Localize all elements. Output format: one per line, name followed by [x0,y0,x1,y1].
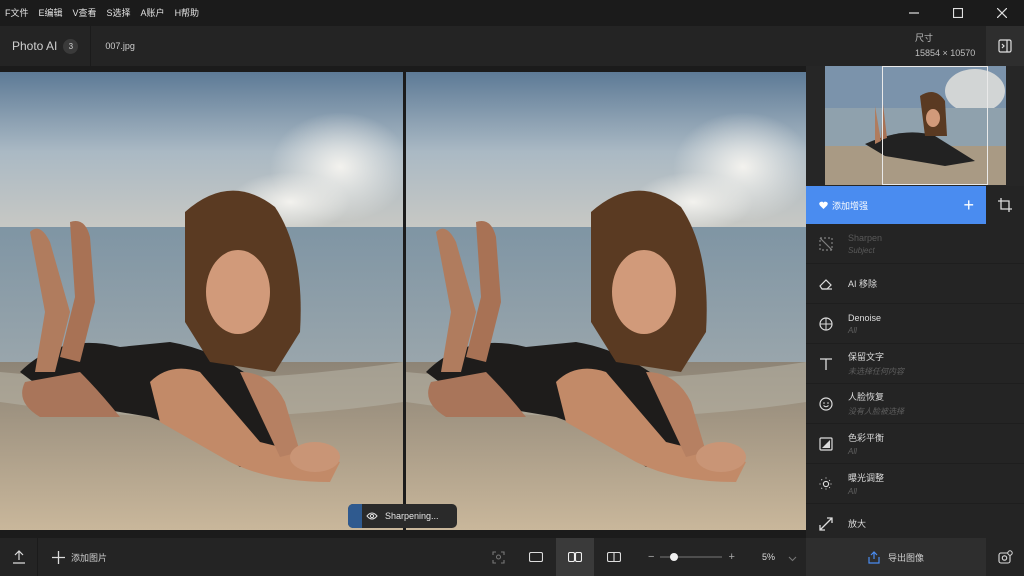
export-label: 导出图像 [887,552,924,563]
plus-icon [52,550,65,564]
panel-toggle-icon [998,39,1012,53]
color-balance-icon [818,436,834,452]
enhancement-face-recovery[interactable]: 人脸恢复 没有人脸被选择 [806,384,1024,424]
exposure-icon [818,476,834,492]
zoom-dropdown[interactable] [788,552,797,566]
app-name[interactable]: Photo AI [12,39,57,53]
image-size-info: 尺寸 15854 × 10570 [915,31,975,58]
enhancement-title: 人脸恢复 [848,392,885,402]
image-canvas[interactable]: Sharpening... [0,66,806,538]
add-enhancement-button[interactable]: 添加增强 + [806,186,986,224]
share-button[interactable] [0,538,38,576]
split-view-icon [607,552,621,562]
progress-indicator [348,504,362,528]
zoom-out-icon[interactable]: − [648,551,654,563]
maximize-button[interactable] [936,0,980,26]
eraser-icon [818,276,834,292]
processing-status: Sharpening... [348,504,457,528]
single-view-icon [529,552,543,562]
enhancement-ai-remove[interactable]: AI 移除 [806,264,1024,304]
enhancement-title: 保留文字 [848,352,885,362]
face-select-button[interactable] [479,538,517,576]
enhancement-subtitle: All [848,325,857,335]
enhancement-panel: 添加增强 + Sharpen Subject AI 移除 Denoise All… [806,66,1024,544]
crop-icon [998,198,1012,212]
enhancement-title: 色彩平衡 [848,433,885,443]
enhancement-list: Sharpen Subject AI 移除 Denoise All 保留文字 未… [806,224,1024,544]
chevron-down-icon [788,556,797,562]
bottom-bar: 添加图片 − + 5% 导出图像 [0,538,1024,576]
enhancement-subtitle: 未选择任何内容 [848,367,904,376]
image-count-badge: 3 [63,38,79,54]
minimize-button[interactable] [892,0,936,26]
enhancement-subtitle: All [848,487,857,496]
enhancement-subtitle: Subject [848,245,875,255]
text-icon [818,356,834,372]
enhancement-exposure[interactable]: 曝光调整 All [806,464,1024,504]
sharpen-icon [818,236,834,252]
file-name: 007.jpg [105,41,135,51]
zoom-in-icon[interactable]: + [728,551,734,563]
zoom-percent[interactable]: 5% [762,538,775,576]
enhancement-subtitle: All [848,447,857,456]
enhancement-title: 曝光调整 [848,473,885,483]
zoom-slider[interactable]: − + [648,550,738,564]
zoom-handle[interactable] [670,553,679,561]
navigator [806,66,1024,186]
navigator-viewport[interactable] [882,66,988,185]
plus-icon: + [963,194,974,215]
menu-edit[interactable]: E编辑 [34,0,68,26]
side-by-side-view-button[interactable] [556,538,594,576]
denoise-icon [818,316,834,332]
enhancement-title: Sharpen [848,232,883,243]
eye-icon[interactable] [366,511,378,521]
enhancement-sharpen[interactable]: Sharpen Subject [806,224,1024,264]
maximize-icon [953,8,963,18]
close-icon [997,8,1007,18]
menu-file[interactable]: F文件 [0,0,34,26]
zoom-track[interactable] [660,553,723,561]
upload-icon [12,550,25,564]
menu-bar: F文件 E编辑 V查看 S选择 A账户 H帮助 [0,0,1024,26]
export-icon [868,550,880,564]
toolbar-divider [90,26,92,66]
enhancement-denoise[interactable]: Denoise All [806,304,1024,344]
enhancement-title: 放大 [848,519,867,529]
processed-image [406,72,806,530]
add-enhancement-label: 添加增强 [832,200,869,211]
enhancement-preserve-text[interactable]: 保留文字 未选择任何内容 [806,344,1024,384]
size-value: 15854 × 10570 [915,48,976,58]
upscale-icon [818,516,834,532]
single-view-button[interactable] [517,538,555,576]
panel-toggle-button[interactable] [986,26,1024,66]
export-image-button[interactable]: 导出图像 [806,538,986,576]
crop-button[interactable] [986,186,1024,224]
original-image [0,72,403,530]
face-select-icon [491,550,505,564]
close-button[interactable] [980,0,1024,26]
minimize-icon [909,12,919,14]
size-label: 尺寸 [915,33,934,43]
menu-view[interactable]: V查看 [68,0,102,26]
heart-icon [819,201,828,209]
enhancement-title: Denoise [848,312,882,323]
add-enhancement-row: 添加增强 + [806,186,1024,224]
side-by-side-icon [568,552,582,562]
face-icon [818,396,834,412]
navigator-thumbnail[interactable] [825,66,1006,185]
top-toolbar: Photo AI 3 007.jpg 尺寸 15854 × 10570 [0,26,1024,66]
gear-icon [997,549,1013,564]
menu-account[interactable]: A账户 [136,0,170,26]
enhancement-subtitle: 没有人脸被选择 [848,407,904,416]
status-text: Sharpening... [385,511,439,521]
window-controls [892,0,1024,26]
enhancement-color-balance[interactable]: 色彩平衡 All [806,424,1024,464]
split-view-button[interactable] [595,538,633,576]
add-image-button[interactable]: 添加图片 [52,538,107,576]
menu-help[interactable]: H帮助 [170,0,205,26]
enhancement-title: AI 移除 [848,279,878,289]
menu-select[interactable]: S选择 [102,0,136,26]
settings-button[interactable] [986,538,1024,576]
add-image-label: 添加图片 [71,552,108,563]
